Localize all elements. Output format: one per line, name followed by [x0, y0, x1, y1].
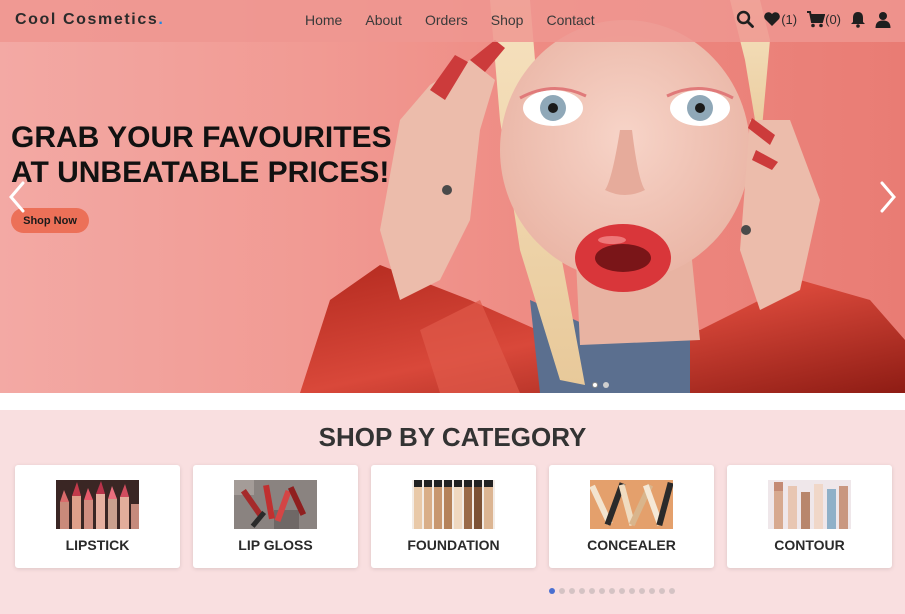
category-label-concealer: CONCEALER [587, 537, 676, 553]
cart-count: (0) [825, 11, 841, 27]
category-card-lip-gloss[interactable]: LIP GLOSS [193, 465, 358, 568]
shop-by-category-section: SHOP BY CATEGORY LIPSTICK LIP GLOSS FOUN… [0, 410, 905, 614]
hero-headline-line1: GRAB YOUR FAVOURITES [11, 121, 392, 154]
category-page-dot-5[interactable] [589, 588, 595, 594]
concealer-image [590, 480, 673, 529]
hero-slide-dot-1[interactable] [592, 382, 598, 388]
category-carousel-indicators [549, 588, 675, 594]
category-page-dot-1[interactable] [549, 588, 555, 594]
heart-icon [764, 12, 781, 26]
category-page-dot-4[interactable] [579, 588, 585, 594]
category-page-dot-3[interactable] [569, 588, 575, 594]
lip-gloss-image [234, 480, 317, 529]
user-icon[interactable] [875, 11, 891, 28]
wishlist-button[interactable]: (1) [763, 11, 797, 27]
brand-dot: . [158, 11, 165, 28]
category-card-concealer[interactable]: CONCEALER [549, 465, 714, 568]
nav-home[interactable]: Home [305, 12, 342, 28]
bell-icon[interactable] [850, 11, 866, 28]
category-label-lip-gloss: LIP GLOSS [238, 537, 313, 553]
hero-carousel-indicators [592, 382, 609, 388]
category-card-lipstick[interactable]: LIPSTICK [15, 465, 180, 568]
category-page-dot-9[interactable] [629, 588, 635, 594]
hero-headline: GRAB YOUR FAVOURITES AT UNBEATABLE PRICE… [11, 120, 411, 190]
category-section-title: SHOP BY CATEGORY [318, 422, 587, 452]
hero-banner: Cool Cosmetics. Home About Orders Shop C… [0, 0, 905, 393]
category-page-dot-7[interactable] [609, 588, 615, 594]
category-page-dot-12[interactable] [659, 588, 665, 594]
carousel-prev-button[interactable] [6, 180, 28, 214]
contour-image [768, 480, 851, 529]
wishlist-count: (1) [781, 11, 798, 27]
category-page-dot-10[interactable] [639, 588, 645, 594]
search-icon[interactable] [736, 10, 755, 28]
cart-icon [807, 10, 826, 27]
category-page-dot-13[interactable] [669, 588, 675, 594]
nav-contact[interactable]: Contact [546, 12, 594, 28]
nav-shop[interactable]: Shop [491, 12, 524, 28]
nav-icons: (1) (0) [727, 10, 891, 28]
cart-button[interactable]: (0) [806, 10, 841, 28]
top-navbar: Cool Cosmetics. Home About Orders Shop C… [0, 0, 905, 42]
carousel-next-button[interactable] [877, 180, 899, 214]
brand-logo[interactable]: Cool Cosmetics. [15, 11, 164, 29]
brand-name: Cool Cosmetics [15, 11, 159, 28]
chevron-right-icon [880, 181, 896, 213]
category-label-lipstick: LIPSTICK [65, 537, 130, 553]
nav-orders[interactable]: Orders [425, 12, 468, 28]
category-page-dot-6[interactable] [599, 588, 605, 594]
chevron-left-icon [9, 181, 25, 213]
category-label-contour: CONTOUR [774, 537, 845, 553]
category-label-foundation: FOUNDATION [407, 537, 500, 553]
nav-links: Home About Orders Shop Contact [305, 12, 618, 28]
category-page-dot-8[interactable] [619, 588, 625, 594]
hero-slide-dot-2[interactable] [603, 382, 609, 388]
category-page-dot-2[interactable] [559, 588, 565, 594]
category-page-dot-11[interactable] [649, 588, 655, 594]
hero-headline-line2: AT UNBEATABLE PRICES! [11, 156, 390, 189]
foundation-image [412, 480, 495, 529]
category-cards: LIPSTICK LIP GLOSS FOUNDATION CONCEALER … [15, 465, 892, 568]
hero-model-image [300, 0, 905, 393]
lipstick-image [56, 480, 139, 529]
category-card-contour[interactable]: CONTOUR [727, 465, 892, 568]
category-card-foundation[interactable]: FOUNDATION [371, 465, 536, 568]
nav-about[interactable]: About [365, 12, 402, 28]
